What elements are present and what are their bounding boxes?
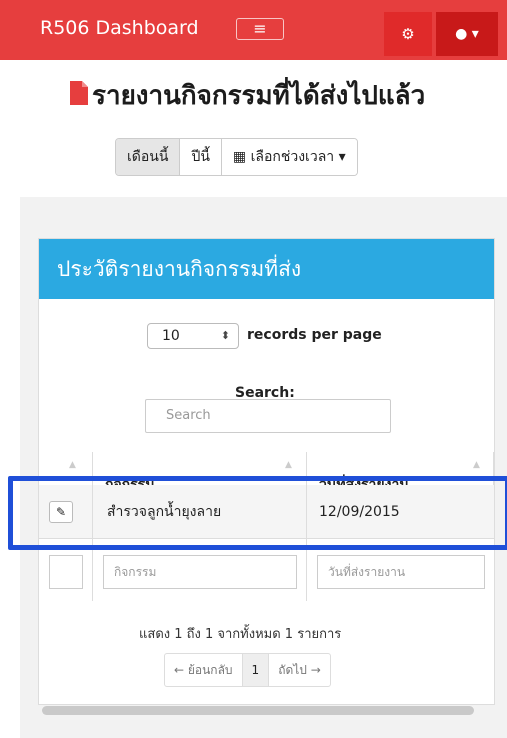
choose-range-button[interactable]: ▦ เลือกช่วงเวลา ▾ xyxy=(220,139,357,175)
highlight-box xyxy=(8,476,507,550)
filter-blank xyxy=(49,555,83,589)
choose-range-label: เลือกช่วงเวลา xyxy=(250,149,335,165)
sort-icon: ▲ xyxy=(285,460,292,470)
records-per-page-label: records per page xyxy=(247,327,382,343)
calendar-icon: ▦ xyxy=(232,149,247,165)
table-info: แสดง 1 ถึง 1 จากทั้งหมด 1 รายการ xyxy=(139,627,342,642)
horizontal-scrollbar[interactable] xyxy=(42,706,474,715)
select-arrows-icon: ⬍ xyxy=(220,329,230,342)
panel-header: ประวัติรายงานกิจกรรมที่ส่ง xyxy=(39,239,494,299)
this-year-button[interactable]: ปีนี้ xyxy=(179,139,221,175)
sort-icon: ▲ xyxy=(69,460,76,470)
search-input[interactable]: Search xyxy=(145,399,391,433)
prev-page-button[interactable]: ← ย้อนกลับ xyxy=(165,654,242,686)
file-icon xyxy=(70,81,88,105)
pagination: ← ย้อนกลับ 1 ถัดไป → xyxy=(164,653,331,687)
brand[interactable]: R506 Dashboard xyxy=(40,17,199,39)
next-page-button[interactable]: ถัดไป → xyxy=(268,654,330,686)
history-panel: ประวัติรายงานกิจกรรมที่ส่ง 10 ⬍ records … xyxy=(38,238,495,705)
hamburger-icon[interactable]: ≡ xyxy=(236,18,284,40)
user-icon[interactable]: ● ▾ xyxy=(436,12,498,56)
activity-filter-input[interactable]: กิจกรรม xyxy=(103,555,297,589)
panel-title: ประวัติรายงานกิจกรรมที่ส่ง xyxy=(57,257,302,281)
page-title: รายงานกิจกรรมที่ได้ส่งไปแล้ว xyxy=(92,81,426,111)
this-month-button[interactable]: เดือนนี้ xyxy=(116,139,180,175)
sort-icon: ▲ xyxy=(473,460,480,470)
page-1-button[interactable]: 1 xyxy=(241,654,269,686)
period-filter: เดือนนี้ ปีนี้ ▦ เลือกช่วงเวลา ▾ xyxy=(115,138,358,176)
caret-down-icon: ▾ xyxy=(338,149,346,165)
navbar: R506 Dashboard ≡ ⚙ ● ▾ xyxy=(0,0,507,60)
records-per-page-select[interactable]: 10 ⬍ xyxy=(147,323,239,349)
date-filter-input[interactable]: วันที่ส่งรายงาน xyxy=(317,555,485,589)
records-per-page-value: 10 xyxy=(162,328,180,344)
gear-icon[interactable]: ⚙ xyxy=(384,12,432,56)
